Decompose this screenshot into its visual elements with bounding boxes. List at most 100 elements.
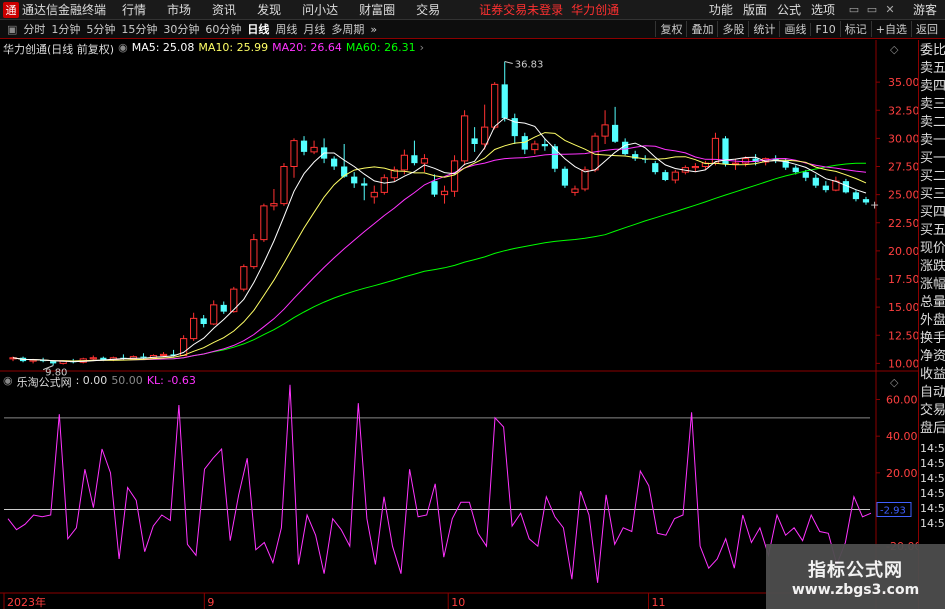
candle-body-up	[671, 171, 679, 181]
period-monthly[interactable]: 月线	[300, 21, 328, 37]
app-title: 通达信金融终端	[22, 3, 107, 17]
draw-line-button[interactable]: 画线	[779, 21, 810, 37]
candle-body-up	[460, 115, 469, 162]
indicator-diamond-icon[interactable]: ◇	[890, 376, 898, 389]
y-tick-label: 30.00	[888, 132, 918, 145]
trade-time-5: 14:57	[920, 517, 945, 530]
y-tick-label: 22.50	[888, 217, 918, 230]
restore-icon[interactable]: ▭	[863, 3, 881, 16]
period-15min[interactable]: 15分钟	[118, 21, 160, 37]
menu-formula[interactable]: 公式	[777, 1, 801, 18]
quote-side-panel: 委比 卖五 卖四 卖三 卖二 卖一 买一 买二 买三 买四 买五 现价 涨跌 涨幅 总量 外盘 换手 净资 收益 自动…	[918, 40, 945, 609]
more-periods-icon[interactable]: »	[367, 23, 380, 36]
candle-body-up	[481, 126, 489, 145]
quote-label-3: 卖三	[920, 97, 945, 112]
toolbar-toggle-icon[interactable]: ▣	[4, 23, 20, 36]
candle-body-up	[581, 169, 589, 190]
candle-body-up	[230, 288, 238, 313]
y-tick-label: 17.50	[888, 273, 918, 286]
indicator-menu-icon[interactable]: ◉	[3, 374, 13, 390]
menu-news[interactable]: 资讯	[212, 1, 236, 18]
candle-body-down	[411, 155, 418, 164]
menu-function[interactable]: 功能	[709, 1, 733, 18]
y-tick-label: 15.00	[888, 301, 918, 314]
quote-label-16: 换手	[920, 331, 945, 346]
diamond-icon[interactable]: ◇	[890, 43, 898, 56]
menu-wealth[interactable]: 财富圈	[359, 1, 395, 18]
high-label: 36.83	[515, 60, 544, 71]
quote-label-20[interactable]: 交易	[920, 403, 945, 419]
quote-label-5: 卖一	[920, 133, 945, 148]
period-60min[interactable]: 60分钟	[202, 21, 244, 37]
multi-stock-button[interactable]: 多股	[717, 21, 748, 37]
quote-label-2: 卖四	[920, 79, 945, 94]
quote-label-14: 总量	[920, 295, 945, 310]
overlay-button[interactable]: 叠加	[686, 21, 717, 37]
candle-body-up	[310, 146, 318, 153]
period-daily[interactable]: 日线	[244, 21, 272, 37]
period-1min[interactable]: 1分钟	[48, 21, 83, 37]
legend-expand-icon[interactable]: ›	[420, 41, 424, 57]
y-tick-label: 10.00	[888, 357, 918, 370]
period-weekly[interactable]: 周线	[272, 21, 300, 37]
candle-body-down	[852, 192, 860, 200]
add-watchlist-button[interactable]: +自选	[870, 21, 911, 37]
watermark-url: www.zbgs3.com	[791, 581, 920, 598]
close-icon[interactable]: ✕	[881, 3, 899, 16]
terminal-window: 通 通达信金融终端 行情 市场 资讯 发现 问小达 财富圈 交易 证券交易未登录…	[0, 0, 945, 609]
chart-title[interactable]: 华力创通(日线 前复权)	[3, 41, 114, 57]
candle-body-up	[290, 140, 298, 167]
menu-hq[interactable]: 行情	[122, 1, 146, 18]
candle-body-up	[691, 166, 700, 169]
candle-body-down	[351, 176, 358, 184]
menu-options[interactable]: 选项	[811, 1, 835, 18]
ma60-label: MA60: 26.31	[345, 41, 416, 54]
menu-market[interactable]: 市场	[167, 1, 191, 18]
menu-layout[interactable]: 版面	[743, 1, 767, 18]
candle-body-up	[89, 357, 97, 360]
y-tick-label: 25.00	[888, 189, 918, 202]
period-intraday[interactable]: 分时	[20, 21, 48, 37]
ma10-label: MA10: 25.99	[198, 41, 269, 54]
mark-button[interactable]: 标记	[839, 21, 871, 37]
candle-body-up	[731, 162, 740, 165]
menu-ask[interactable]: 问小达	[302, 1, 338, 18]
x-tick-label: 11	[652, 596, 666, 609]
quote-label-12: 涨跌	[920, 259, 945, 274]
candle-body-up	[450, 160, 459, 192]
quote-label-9: 买四	[920, 205, 945, 220]
quote-label-15: 外盘	[920, 313, 945, 328]
indicator-name[interactable]: 乐淘公式网	[17, 374, 72, 390]
trade-time-4: 14:56	[920, 502, 945, 515]
candle-body-up	[240, 266, 248, 290]
quote-label-6: 买一	[920, 151, 945, 166]
ma10-line	[12, 132, 867, 362]
period-5min[interactable]: 5分钟	[83, 21, 118, 37]
chart-menu-icon[interactable]: ◉	[118, 41, 128, 57]
quote-label-19[interactable]: 自动	[920, 385, 945, 401]
adjust-button[interactable]: 复权	[655, 21, 686, 37]
trade-time-1: 14:56	[920, 457, 945, 470]
period-multi[interactable]: 多周期	[328, 21, 367, 37]
menu-trade[interactable]: 交易	[416, 1, 440, 18]
guest-label[interactable]: 游客	[913, 1, 937, 18]
candle-body-down	[541, 144, 548, 147]
menu-discover[interactable]: 发现	[257, 1, 281, 18]
candle-body-up	[210, 304, 218, 325]
candle-body-down	[331, 158, 338, 167]
back-button[interactable]: 返回	[911, 21, 942, 37]
candle-body-down	[611, 124, 619, 142]
watermark: 指标公式网 www.zbgs3.com	[766, 544, 945, 609]
candle-body-up	[531, 143, 539, 151]
candle-body-up	[400, 154, 408, 171]
candle-body-up	[370, 191, 378, 198]
minimize-icon[interactable]: ▭	[845, 3, 863, 16]
f10-button[interactable]: F10	[810, 22, 839, 36]
login-notice[interactable]: 证券交易未登录	[479, 1, 563, 18]
candle-body-up	[380, 177, 388, 193]
quote-label-21[interactable]: 盘后	[920, 421, 945, 437]
osc-line	[7, 384, 872, 583]
statistics-button[interactable]: 统计	[748, 21, 779, 37]
period-30min[interactable]: 30分钟	[160, 21, 202, 37]
chart-canvas[interactable]: 36.839.80+ 35.0032.5030.0027.5025.0022.5…	[0, 40, 918, 609]
